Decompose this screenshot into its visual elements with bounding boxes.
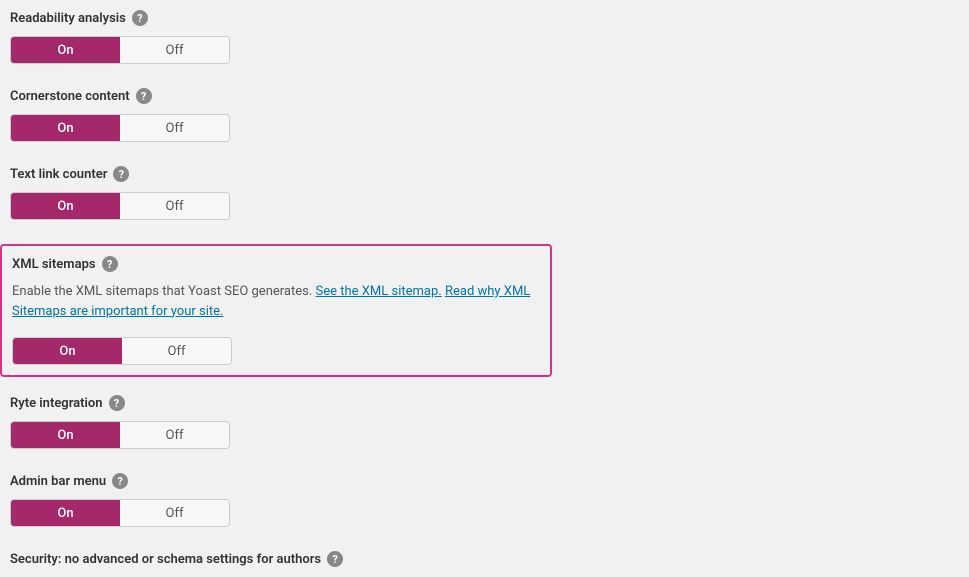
label-cornerstone: Cornerstone content: [10, 89, 130, 104]
setting-title-security: Security: no advanced or schema settings…: [10, 551, 959, 567]
label-textlink: Text link counter: [10, 167, 107, 182]
label-xml: XML sitemaps: [12, 257, 96, 272]
xml-description: Enable the XML sitemaps that Yoast SEO g…: [12, 282, 540, 321]
toggle-off-button[interactable]: Off: [120, 193, 229, 219]
xml-desc-text: Enable the XML sitemaps that Yoast SEO g…: [12, 284, 316, 299]
toggle-off-button[interactable]: Off: [120, 422, 229, 448]
label-ryte: Ryte integration: [10, 396, 103, 411]
toggle-off-button[interactable]: Off: [120, 500, 229, 526]
help-icon[interactable]: ?: [132, 10, 148, 26]
setting-adminbar: Admin bar menu ? On Off: [10, 473, 959, 527]
link-see-xml-sitemap[interactable]: See the XML sitemap.: [316, 284, 442, 299]
setting-title-textlink: Text link counter ?: [10, 166, 959, 182]
help-icon[interactable]: ?: [113, 166, 129, 182]
label-readability: Readability analysis: [10, 11, 126, 26]
toggle-textlink[interactable]: On Off: [10, 192, 230, 220]
setting-title-readability: Readability analysis ?: [10, 10, 959, 26]
setting-textlink: Text link counter ? On Off: [10, 166, 959, 220]
help-icon[interactable]: ?: [102, 256, 118, 272]
setting-cornerstone: Cornerstone content ? On Off: [10, 88, 959, 142]
toggle-off-button[interactable]: Off: [120, 37, 229, 63]
toggle-off-button[interactable]: Off: [120, 115, 229, 141]
help-icon[interactable]: ?: [136, 88, 152, 104]
toggle-on-button[interactable]: On: [11, 37, 120, 63]
toggle-xml[interactable]: On Off: [12, 337, 232, 365]
toggle-ryte[interactable]: On Off: [10, 421, 230, 449]
toggle-on-button[interactable]: On: [13, 338, 122, 364]
settings-panel: Readability analysis ? On Off Cornerston…: [0, 0, 969, 577]
setting-ryte: Ryte integration ? On Off: [10, 395, 959, 449]
setting-title-xml: XML sitemaps ?: [12, 256, 540, 272]
label-security: Security: no advanced or schema settings…: [10, 552, 321, 567]
setting-title-cornerstone: Cornerstone content ?: [10, 88, 959, 104]
toggle-readability[interactable]: On Off: [10, 36, 230, 64]
toggle-adminbar[interactable]: On Off: [10, 499, 230, 527]
toggle-on-button[interactable]: On: [11, 115, 120, 141]
toggle-on-button[interactable]: On: [11, 422, 120, 448]
toggle-off-button[interactable]: Off: [122, 338, 231, 364]
label-adminbar: Admin bar menu: [10, 474, 106, 489]
setting-readability: Readability analysis ? On Off: [10, 10, 959, 64]
help-icon[interactable]: ?: [112, 473, 128, 489]
setting-xml-sitemaps-highlighted: XML sitemaps ? Enable the XML sitemaps t…: [0, 244, 552, 377]
help-icon[interactable]: ?: [109, 395, 125, 411]
toggle-on-button[interactable]: On: [11, 500, 120, 526]
help-icon[interactable]: ?: [327, 551, 343, 567]
toggle-on-button[interactable]: On: [11, 193, 120, 219]
setting-title-adminbar: Admin bar menu ?: [10, 473, 959, 489]
toggle-cornerstone[interactable]: On Off: [10, 114, 230, 142]
setting-title-ryte: Ryte integration ?: [10, 395, 959, 411]
